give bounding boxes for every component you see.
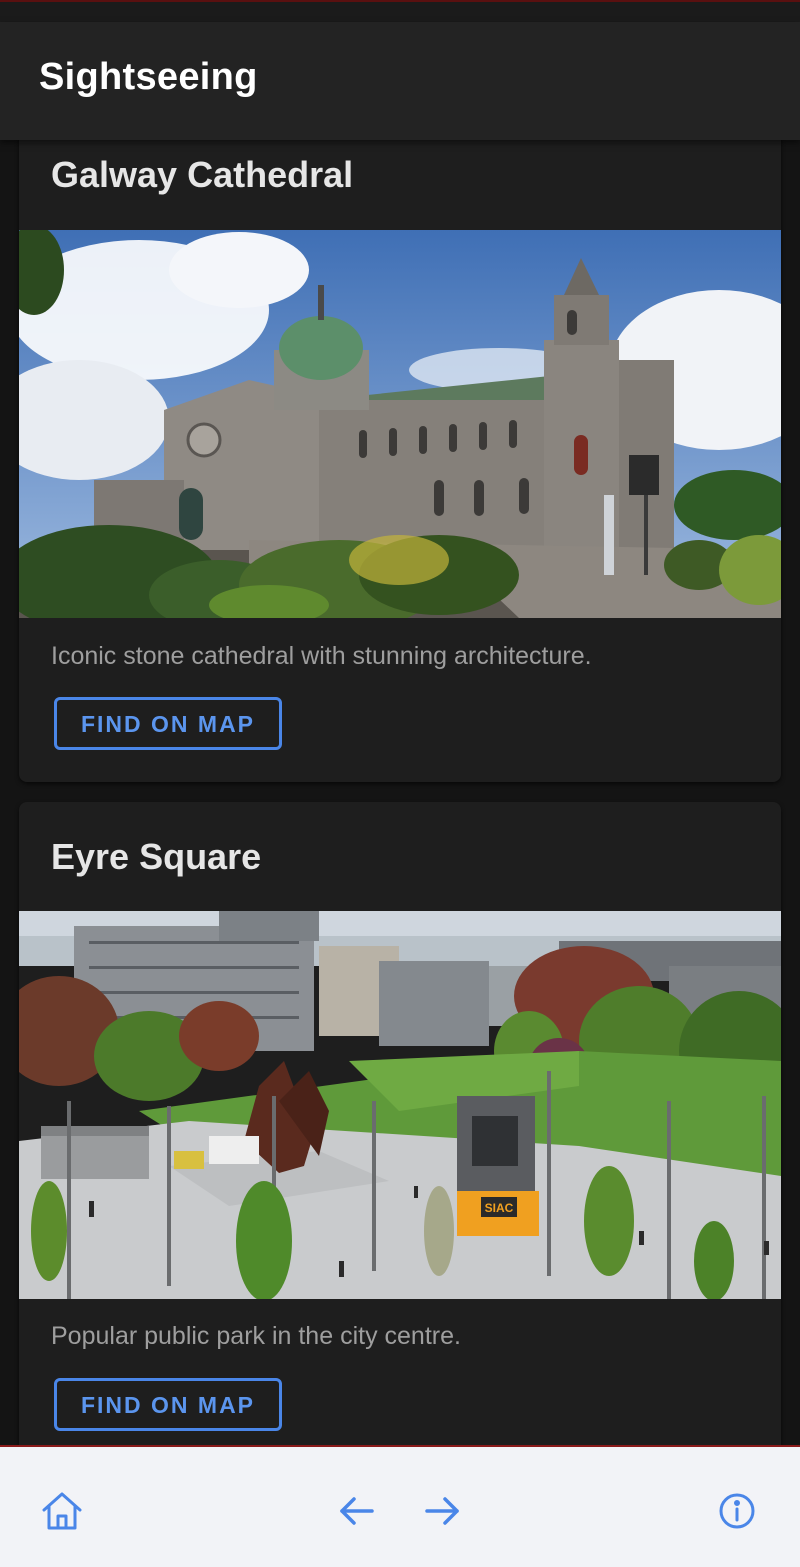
sights-list[interactable]: Galway Cathedral Iconic stone cathedral … xyxy=(0,140,800,1445)
bottom-nav-bar xyxy=(0,1445,800,1567)
card-title: Eyre Square xyxy=(51,836,262,877)
card-title: Galway Cathedral xyxy=(51,154,354,195)
home-icon[interactable] xyxy=(40,1489,84,1533)
sight-card-eyre-square: Eyre Square SIAC Popular public park in … xyxy=(19,802,781,1445)
app-bar: Sightseeing xyxy=(0,22,800,140)
eyre-square-photo: SIAC xyxy=(19,911,781,1299)
sight-card-galway-cathedral: Galway Cathedral Iconic stone cathedral … xyxy=(19,140,781,782)
find-on-map-button[interactable]: FIND ON MAP xyxy=(54,1378,282,1431)
arrow-back-icon[interactable] xyxy=(335,1489,379,1533)
page-title: Sightseeing xyxy=(39,56,258,98)
info-icon[interactable] xyxy=(715,1489,759,1533)
find-on-map-button[interactable]: FIND ON MAP xyxy=(54,697,282,750)
card-description: Iconic stone cathedral with stunning arc… xyxy=(51,642,592,670)
sign-text: SIAC xyxy=(485,1201,514,1215)
cathedral-photo xyxy=(19,230,781,618)
card-description: Popular public park in the city centre. xyxy=(51,1322,461,1350)
arrow-forward-icon[interactable] xyxy=(420,1489,464,1533)
status-bar xyxy=(0,0,800,22)
